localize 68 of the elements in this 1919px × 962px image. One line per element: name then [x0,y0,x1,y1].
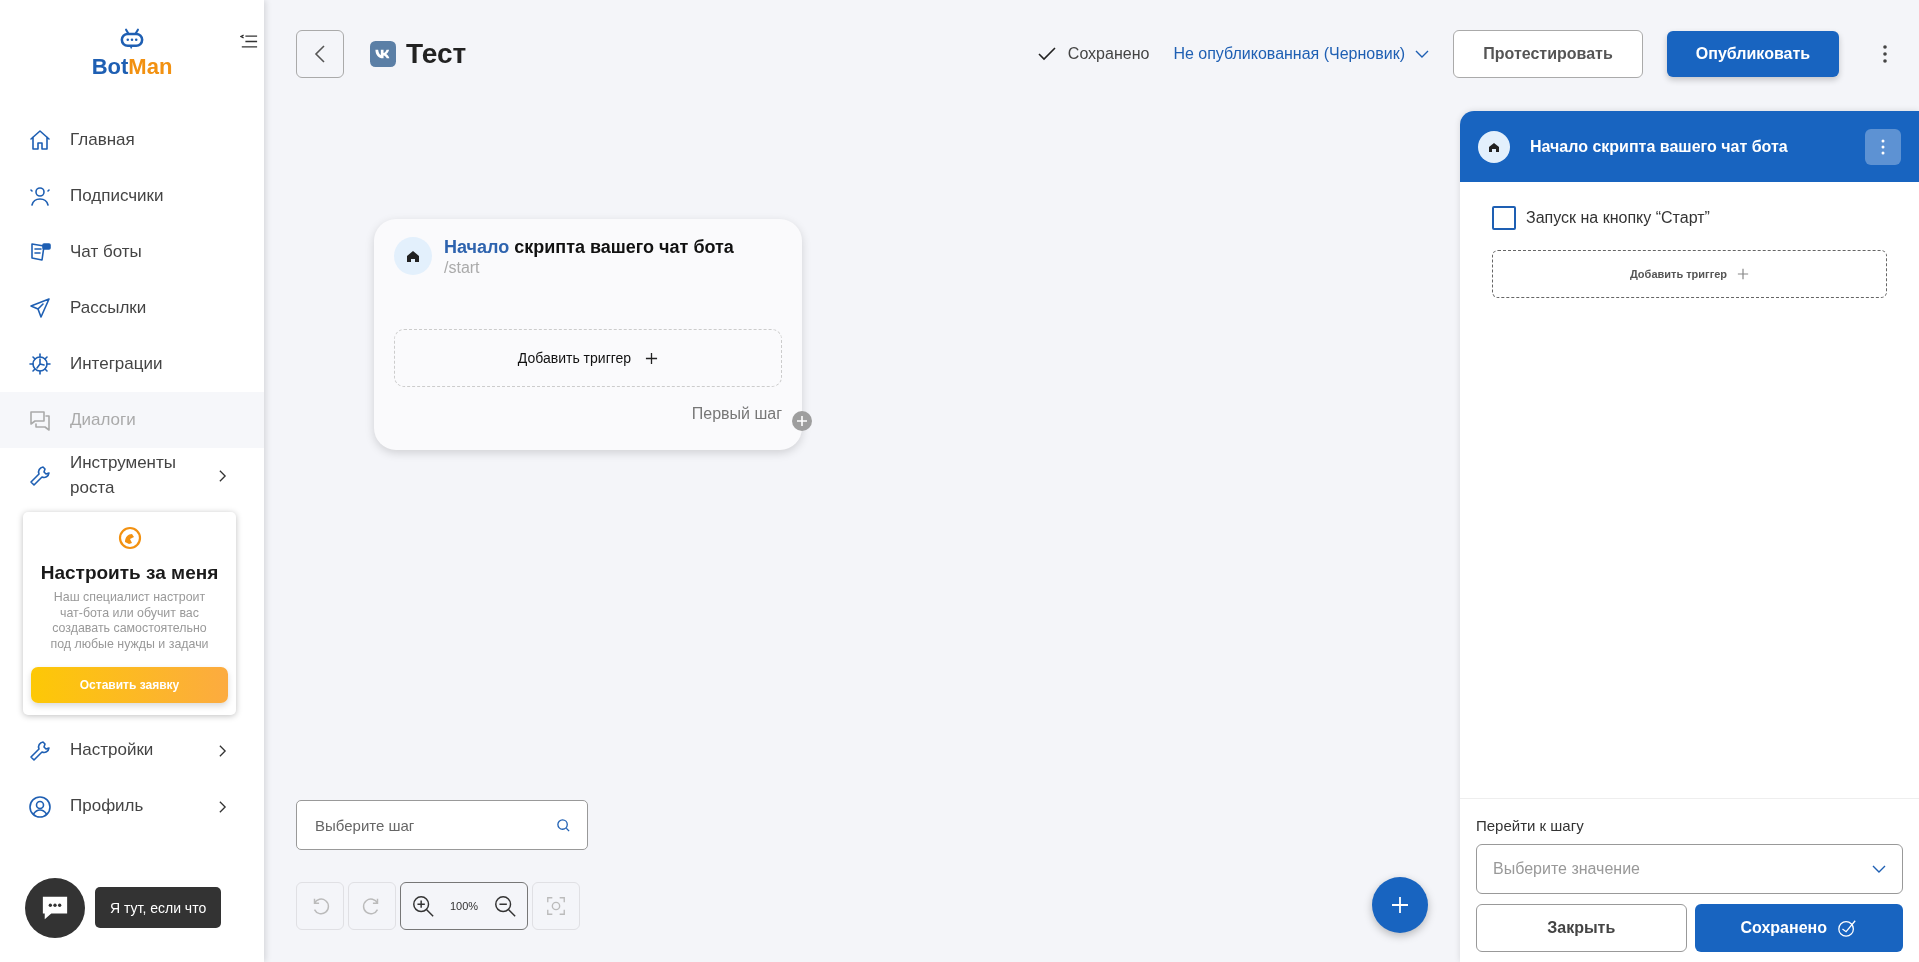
plus-icon [1390,895,1410,915]
step-search-field[interactable]: Выберите шаг [296,800,588,850]
panel-title: Начало скрипта вашего чат бота [1530,137,1789,156]
check-circle-icon [1837,918,1857,938]
step-node[interactable]: Начало скрипта вашего чат бота /start Добавить триггер Первый шаг [374,219,802,450]
paper-plane-icon [28,296,52,320]
user-circle-icon [28,794,52,819]
add-trigger-button[interactable]: Добавить триггер [394,329,782,387]
chevron-down-icon [1872,865,1886,873]
support-badge-icon [117,526,142,550]
chevron-icon [218,743,227,758]
page-title: Тест [406,38,467,70]
save-button[interactable]: Сохранено [1694,904,1903,952]
zoom-in-icon[interactable] [411,894,435,918]
checkmark-icon [1037,47,1056,61]
checkbox-label: Запуск на кнопку “Старт” [1526,209,1710,227]
next-step-label: Первый шаг [691,405,782,423]
search-icon [556,817,571,833]
add-step-icon[interactable] [792,411,812,431]
chat-icon [40,894,70,922]
wrench-icon [28,738,52,763]
nav-item[interactable]: Настройки [0,722,264,779]
promo-text: Наш специалист настроит чат-бота или обучит вас создавать самостоятельно под любые нужды и задачи [50,590,209,653]
node-title: Начало скрипта вашего чат бота [444,237,734,258]
robot-icon [119,28,145,50]
node-command: /start [444,259,481,277]
home-icon [28,128,52,152]
plus-icon [1737,268,1750,280]
chat-tooltip: Я тут, если что [95,887,222,928]
step-search-input[interactable]: Выберите шаг [313,815,556,835]
zoom-out-icon[interactable] [493,894,517,918]
more-options-button[interactable] [1865,128,1901,165]
nav-item[interactable]: Главная [0,112,264,168]
logo-text: BotMan [91,54,173,80]
more-options-icon[interactable] [1883,44,1887,64]
gear-icon [28,352,52,376]
add-step-button[interactable] [1372,877,1428,933]
test-button[interactable]: Протестировать [1453,30,1643,78]
chevron-left-icon [314,44,326,64]
chat-document-icon [28,240,52,264]
publish-button[interactable]: Опубликовать [1667,31,1839,77]
zoom-level: 100% [449,900,479,912]
chat-bubbles-icon [28,408,52,432]
chevron-icon [218,799,227,814]
close-button[interactable]: Закрыть [1476,904,1687,952]
goto-step-label: Перейти к шагу [1476,817,1585,834]
nav-item[interactable]: Инструменты роста [0,448,264,504]
nav-item[interactable]: Рассылки [0,280,264,336]
promo-title: Настроить за меня [40,562,219,584]
nav-item[interactable]: Чат боты [0,224,264,280]
nav-item[interactable]: Профиль [0,778,264,835]
plus-icon [645,351,659,365]
chevron-icon [218,469,227,483]
nav-item[interactable]: Интеграции [0,336,264,392]
vk-logo-icon [370,41,396,67]
more-options-icon [1881,138,1885,155]
home-icon [1478,130,1510,163]
nav-item[interactable]: Подписчики [0,168,264,224]
people-icon [28,184,52,208]
checkbox[interactable] [1492,206,1516,230]
add-trigger-button[interactable]: Добавить триггер [1492,250,1887,298]
publish-status-dropdown[interactable]: Не опубликованная (Черновик) [1173,45,1429,63]
fit-view-icon [545,895,567,917]
chevron-down-icon [1415,50,1429,58]
save-status: Сохранено [1067,45,1150,63]
home-icon [394,237,432,275]
wrench-icon [28,464,52,488]
collapse-menu-icon[interactable] [240,34,258,49]
